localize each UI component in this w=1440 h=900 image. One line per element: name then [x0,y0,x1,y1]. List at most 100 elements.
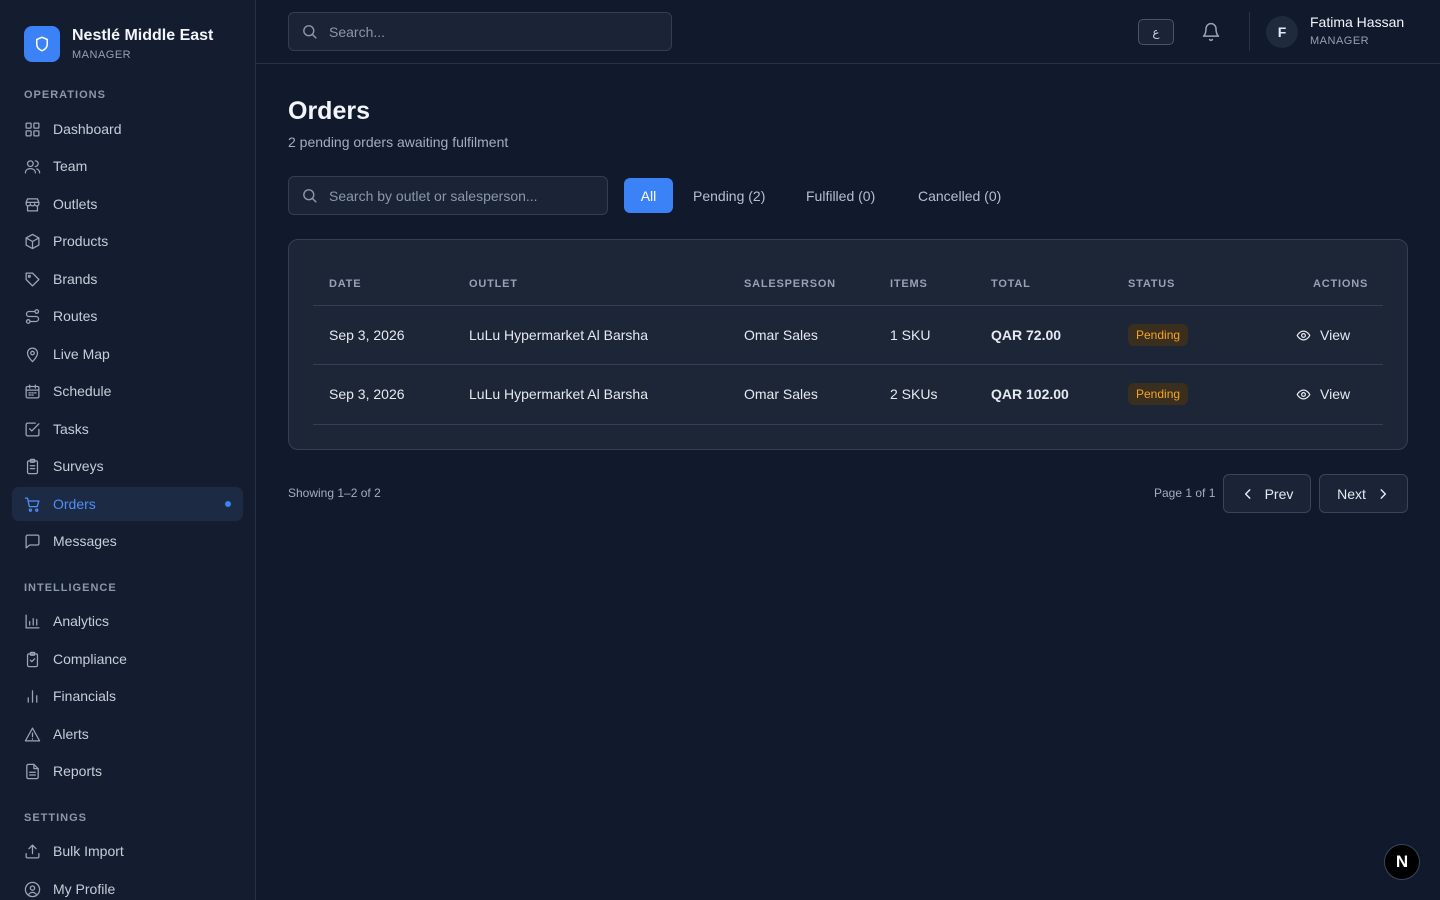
global-search[interactable] [288,12,672,51]
sidebar-item-label: Live Map [53,346,110,362]
brand-role: MANAGER [72,49,132,61]
sidebar-item-outlets[interactable]: Outlets [12,187,243,221]
global-search-input[interactable] [329,23,649,40]
row-divider [313,364,1383,365]
store-icon [24,196,41,213]
warning-icon [24,726,41,743]
sidebar-item-alerts[interactable]: Alerts [12,717,243,751]
sidebar-item-routes[interactable]: Routes [12,299,243,333]
search-icon [301,23,318,40]
page-subtitle: 2 pending orders awaiting fulfilment [288,134,509,150]
sidebar-item-bulk-import[interactable]: Bulk Import [12,834,243,868]
column-header-items[interactable]: ITEMS [890,278,928,290]
order-search[interactable] [288,176,608,215]
package-icon [24,233,41,250]
sidebar-item-label: Reports [53,763,103,779]
sidebar-item-schedule[interactable]: Schedule [12,374,243,408]
bar-chart-icon [24,613,41,630]
row-divider [313,424,1383,425]
sidebar-item-label: Outlets [53,196,98,212]
eye-icon [1296,387,1311,402]
tab-cancelled[interactable]: Cancelled (0) [918,178,1001,213]
status-badge: Pending [1128,324,1189,346]
sidebar-item-tasks[interactable]: Tasks [12,412,243,446]
sidebar-item-reports[interactable]: Reports [12,754,243,788]
sidebar-item-label: Tasks [53,421,89,437]
tab-pending[interactable]: Pending (2) [693,178,765,213]
sidebar-item-orders[interactable]: Orders [12,487,243,521]
calendar-icon [24,383,41,400]
user-name[interactable]: Fatima Hassan [1310,14,1404,30]
view-label: View [1320,327,1351,343]
avatar[interactable]: F [1266,16,1298,48]
view-order-button[interactable]: View [1296,327,1350,343]
next-button[interactable]: Next [1319,474,1408,513]
results-count: Showing 1–2 of 2 [288,486,381,500]
brand: Nestlé Middle East MANAGER [24,26,213,62]
sidebar-item-label: Schedule [53,383,112,399]
shield-icon [24,26,60,62]
sidebar-item-messages[interactable]: Messages [12,524,243,558]
sidebar-item-label: Brands [53,271,98,287]
cell-salesperson: Omar Sales [744,327,818,343]
eye-icon [1296,328,1311,343]
sidebar-item-surveys[interactable]: Surveys [12,449,243,483]
page-title: Orders [288,97,370,125]
divider [1249,12,1250,51]
cell-outlet: LuLu Hypermarket Al Barsha [469,327,648,343]
cell-outlet: LuLu Hypermarket Al Barsha [469,386,648,402]
sidebar-item-products[interactable]: Products [12,224,243,258]
order-search-input[interactable] [329,187,589,204]
tab-fulfilled[interactable]: Fulfilled (0) [806,178,875,213]
dashboard-icon [24,121,41,138]
cell-date: Sep 3, 2026 [329,327,405,343]
sidebar-item-financials[interactable]: Financials [12,679,243,713]
sidebar-item-dashboard[interactable]: Dashboard [12,112,243,146]
sidebar-item-label: Analytics [53,613,110,629]
column-header-salesperson[interactable]: SALESPERSON [744,278,836,290]
sidebar-item-label: Surveys [53,458,104,474]
route-icon [24,308,41,325]
sidebar-item-my-profile[interactable]: My Profile [12,872,243,900]
sidebar-item-label: Team [53,158,88,174]
sidebar-item-brands[interactable]: Brands [12,262,243,296]
sidebar: Nestlé Middle East MANAGER OPERATIONS Da… [0,0,256,900]
checkbox-icon [24,421,41,438]
prev-button[interactable]: Prev [1223,474,1311,513]
section-title-intelligence: INTELLIGENCE [24,582,117,594]
chevron-left-icon [1241,487,1255,501]
page-info: Page 1 of 1 [1154,486,1216,500]
sidebar-item-compliance[interactable]: Compliance [12,642,243,676]
upload-icon [24,843,41,860]
search-icon [301,187,318,204]
view-label: View [1320,386,1351,402]
message-icon [24,533,41,550]
sidebar-item-label: Financials [53,688,117,704]
column-header-outlet[interactable]: OUTLET [469,278,518,290]
column-header-actions: ACTIONS [1313,278,1369,290]
sidebar-item-team[interactable]: Team [12,149,243,183]
map-pin-icon [24,346,41,363]
section-title-operations: OPERATIONS [24,89,106,101]
clipboard-check-icon [24,651,41,668]
sidebar-item-label: Dashboard [53,121,122,137]
column-header-date[interactable]: DATE [329,278,361,290]
language-toggle-button[interactable]: ع [1138,19,1174,45]
column-header-status[interactable]: STATUS [1128,278,1175,290]
bell-icon[interactable] [1201,22,1221,42]
orders-table [288,239,1408,450]
clipboard-icon [24,458,41,475]
cart-icon [24,496,41,513]
dev-tools-badge[interactable]: N [1384,844,1420,880]
sidebar-item-live-map[interactable]: Live Map [12,337,243,371]
tab-all[interactable]: All [624,178,673,213]
sidebar-item-label: Orders [53,496,96,512]
prev-label: Prev [1264,485,1294,502]
sidebar-item-label: Bulk Import [53,843,124,859]
user-role: MANAGER [1310,35,1370,47]
sidebar-item-analytics[interactable]: Analytics [12,604,243,638]
sidebar-item-label: Messages [53,533,117,549]
chevron-right-icon [1376,487,1390,501]
column-header-total[interactable]: TOTAL [991,278,1031,290]
view-order-button[interactable]: View [1296,386,1350,402]
